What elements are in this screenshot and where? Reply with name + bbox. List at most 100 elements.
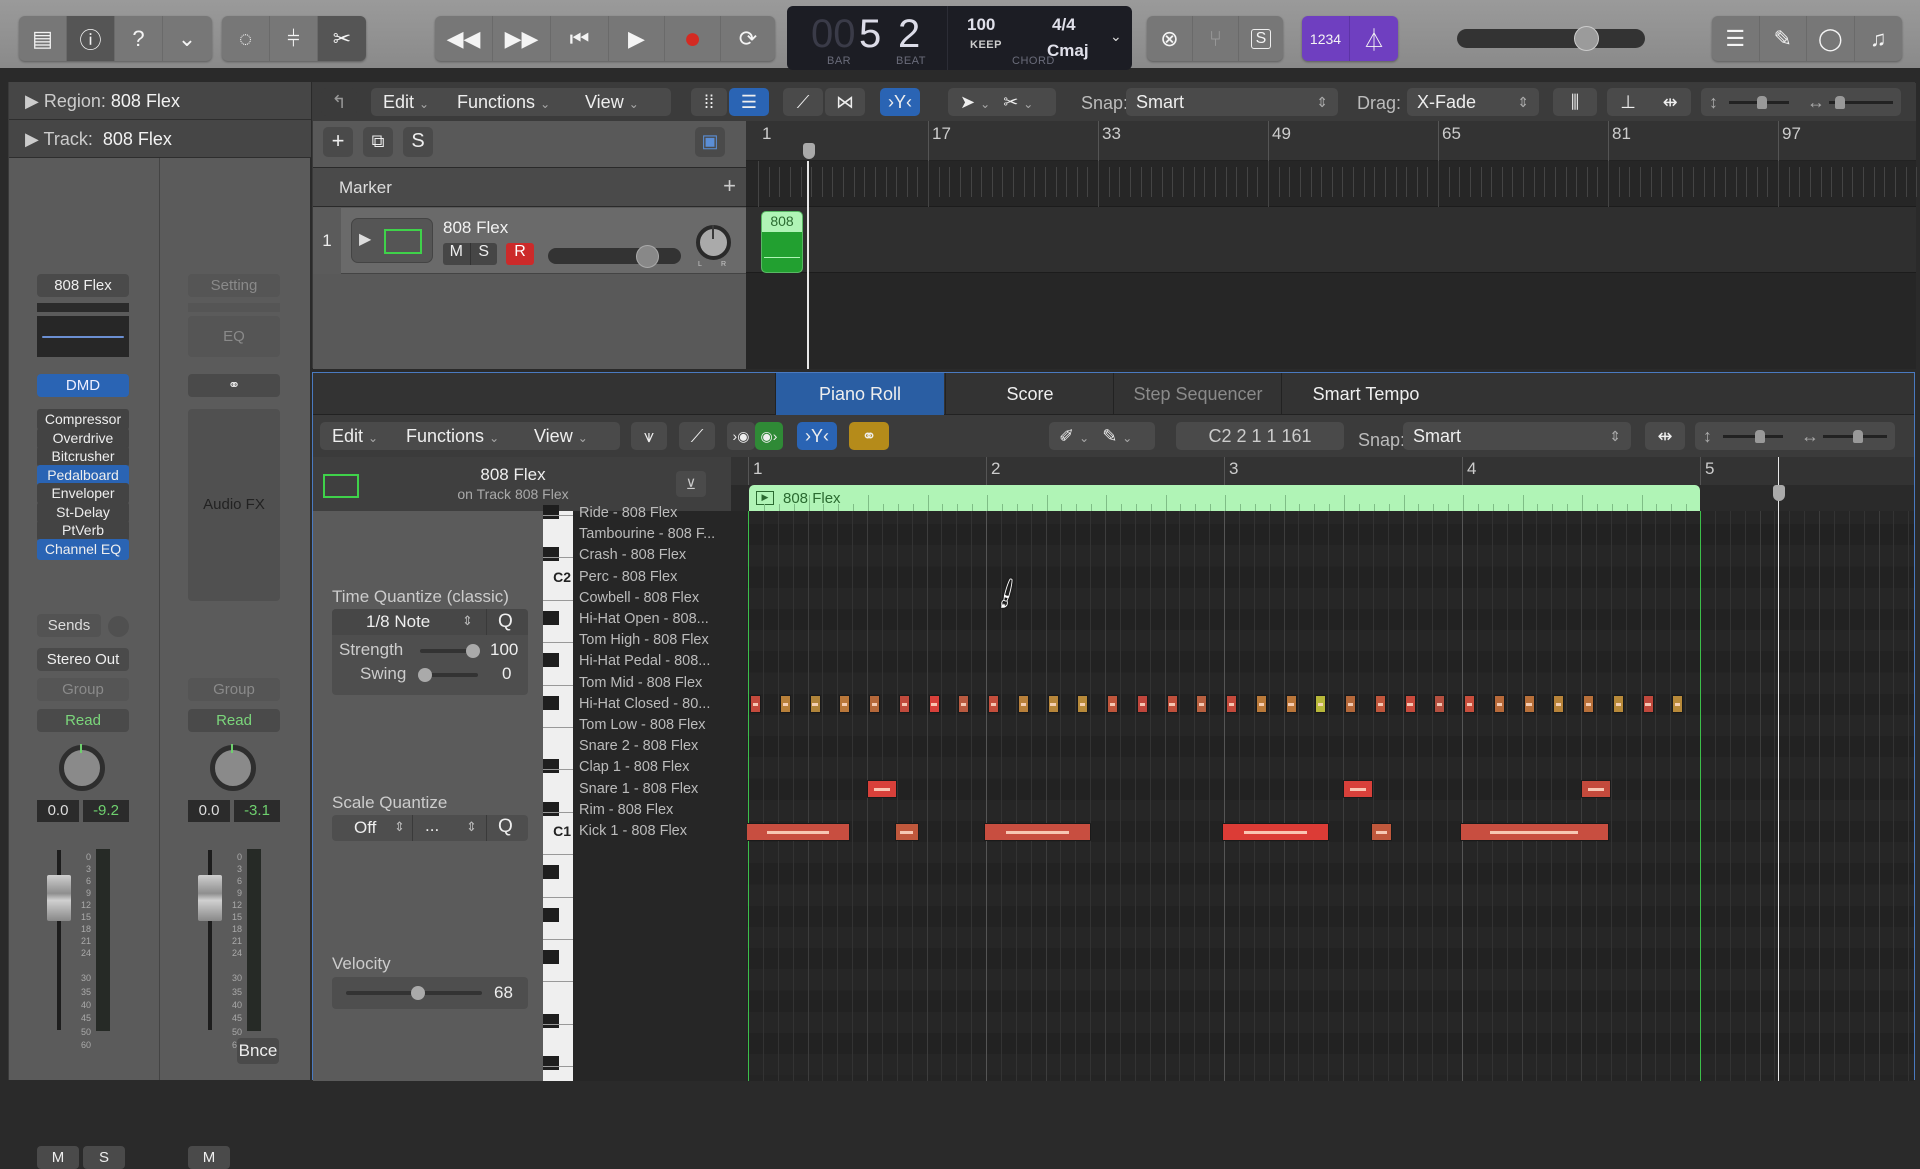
vertical-zoom-thumb[interactable] [1757,96,1767,109]
automation-mode-button[interactable]: Read [188,709,280,732]
track-solo-button[interactable]: S [471,243,498,265]
track-volume-thumb[interactable] [636,245,659,268]
plugin-slot-ptverb[interactable]: PtVerb [37,520,129,541]
output-setting-button[interactable]: Setting [188,274,280,297]
playhead-handle[interactable] [803,143,815,159]
send-slot-knob[interactable] [108,616,129,637]
scissors-tool-menu[interactable]: ✂ ⌄ [995,92,1033,112]
track-icon-button[interactable]: ▶ [351,218,433,263]
note-hihat-closed[interactable] [1196,695,1208,714]
peak-readout[interactable]: -3.1 [234,800,280,822]
note-kick-1[interactable] [1460,822,1609,841]
media-browser-button[interactable]: ♫ [1855,16,1902,61]
quantize-button[interactable]: Q [498,611,513,633]
note-hihat-closed[interactable] [750,695,761,714]
midi-out-button[interactable]: ◉› [755,422,783,450]
library-button[interactable]: ▤ [19,16,67,61]
note-hihat-closed[interactable] [1047,695,1059,714]
eq-thumbnail[interactable] [37,316,129,357]
rewind-button[interactable]: ◀◀ [435,16,493,61]
note-hihat-closed[interactable] [1107,695,1118,714]
track-pan-knob[interactable] [696,225,731,260]
drum-name-row[interactable]: Tom Low - 808 Flex [573,715,747,736]
note-hihat-closed[interactable] [839,695,851,714]
region-808-flex[interactable]: 808 [761,211,803,273]
local-inspector-toggle[interactable]: ⊻ [676,471,706,497]
pointer-tool-menu[interactable]: ➤ ⌄ [948,92,990,112]
note-hihat-closed[interactable] [1583,695,1594,714]
note-kick-1[interactable] [1222,822,1330,841]
region-inspector-header[interactable]: ▶ Region: 808 Flex [9,82,311,120]
drum-name-row[interactable]: Kick 1 - 808 Flex [573,821,747,842]
edit-menu[interactable]: Edit ⌄ [371,88,445,116]
scale-quantize-scale[interactable]: ... [425,816,439,836]
plugin-slot-bitcrusher[interactable]: Bitcrusher [37,446,129,467]
fit-horizontal-icon[interactable]: ⇹ [1663,88,1678,116]
note-hihat-closed[interactable] [1345,695,1356,714]
playhead[interactable] [807,161,809,369]
velocity-slider[interactable] [346,986,482,1000]
track-lane-row[interactable] [746,207,1916,273]
note-kick-1[interactable] [984,822,1092,841]
black-key[interactable] [543,611,559,625]
lcd-dropdown-chevron-icon[interactable]: ⌄ [1110,28,1122,45]
playhead[interactable] [1778,457,1779,1081]
velocity-thumb[interactable] [411,986,426,1000]
time-quantize-value[interactable]: 1/8 Note [366,612,430,632]
peak-readout[interactable]: -9.2 [83,800,129,822]
link-button[interactable]: ⚭ [849,422,889,450]
inspector-button[interactable]: ⓘ [67,16,115,61]
drum-name-row[interactable]: Snare 2 - 808 Flex [573,736,747,757]
solo-button[interactable]: S [83,1146,125,1169]
note-hihat-closed[interactable] [1493,695,1505,714]
count-in-button[interactable]: 1234 [1302,16,1350,61]
cycle-button[interactable]: ⟳ [721,16,775,61]
volume-fader-cap[interactable] [198,875,222,921]
drum-name-row[interactable]: Rim - 808 Flex [573,800,747,821]
note-hihat-closed[interactable] [809,695,821,714]
automation-button[interactable]: ⟋ [679,422,715,450]
note-hihat-closed[interactable] [1255,695,1267,714]
lcd-display[interactable]: 00 5 2 BAR BEAT 100 KEEP 4/4 Cmaj CHORD … [787,6,1132,70]
list-editors-button[interactable]: ☰ [1712,16,1760,61]
note-hihat-closed[interactable] [1166,695,1178,714]
tracks-ruler[interactable]: 1 17 33 49 65 81 97 [746,121,1916,161]
black-key[interactable] [543,1056,559,1071]
black-key[interactable] [543,801,559,816]
duplicate-track-button[interactable]: ⧉ [363,127,393,157]
note-hihat-closed[interactable] [1077,695,1089,714]
volume-readout[interactable]: 0.0 [188,800,230,822]
track-name[interactable]: 808 Flex [443,218,508,238]
note-hihat-closed[interactable] [1017,695,1029,714]
swing-slider[interactable] [418,668,478,682]
note-hihat-closed[interactable] [958,695,970,714]
back-button[interactable]: ↰ [321,88,357,116]
playhead-handle[interactable] [1773,485,1785,501]
drum-name-row[interactable]: Perc - 808 Flex [573,567,747,588]
global-tracks-button[interactable]: ▣ [695,127,725,157]
catch-button[interactable]: ›Y‹ [797,422,837,450]
plugin-slot-channel-eq[interactable]: Channel EQ [37,538,129,560]
strength-thumb[interactable] [466,644,480,658]
drum-name-row[interactable]: Crash - 808 Flex [573,545,747,566]
view-menu[interactable]: View ⌄ [522,422,620,450]
functions-menu[interactable]: Functions ⌄ [445,88,573,116]
brush-tool-menu[interactable]: ✐ ⌄ [1049,426,1089,446]
note-hihat-closed[interactable] [1642,695,1654,714]
note-hihat-closed[interactable] [779,695,791,714]
note-snare-1[interactable] [867,780,897,799]
add-marker-button[interactable]: + [723,173,736,199]
fit-vertical-icon[interactable]: ⊥ [1620,88,1636,116]
drum-name-row[interactable]: Hi-Hat Closed - 80... [573,694,747,715]
note-kick-1[interactable] [1370,822,1392,841]
black-key[interactable] [543,505,559,519]
volume-readout[interactable]: 0.0 [37,800,79,822]
play-button[interactable]: ▶ [609,16,665,61]
note-snare-1[interactable] [1343,780,1373,799]
drum-name-row[interactable]: Tom Mid - 808 Flex [573,673,747,694]
solo-mode-button[interactable]: S [1239,16,1283,61]
updown-chevron-icon[interactable]: ⇕ [394,819,405,835]
note-hihat-closed[interactable] [898,695,910,714]
track-mute-button[interactable]: M [443,243,471,265]
mute-button[interactable]: M [37,1146,79,1169]
